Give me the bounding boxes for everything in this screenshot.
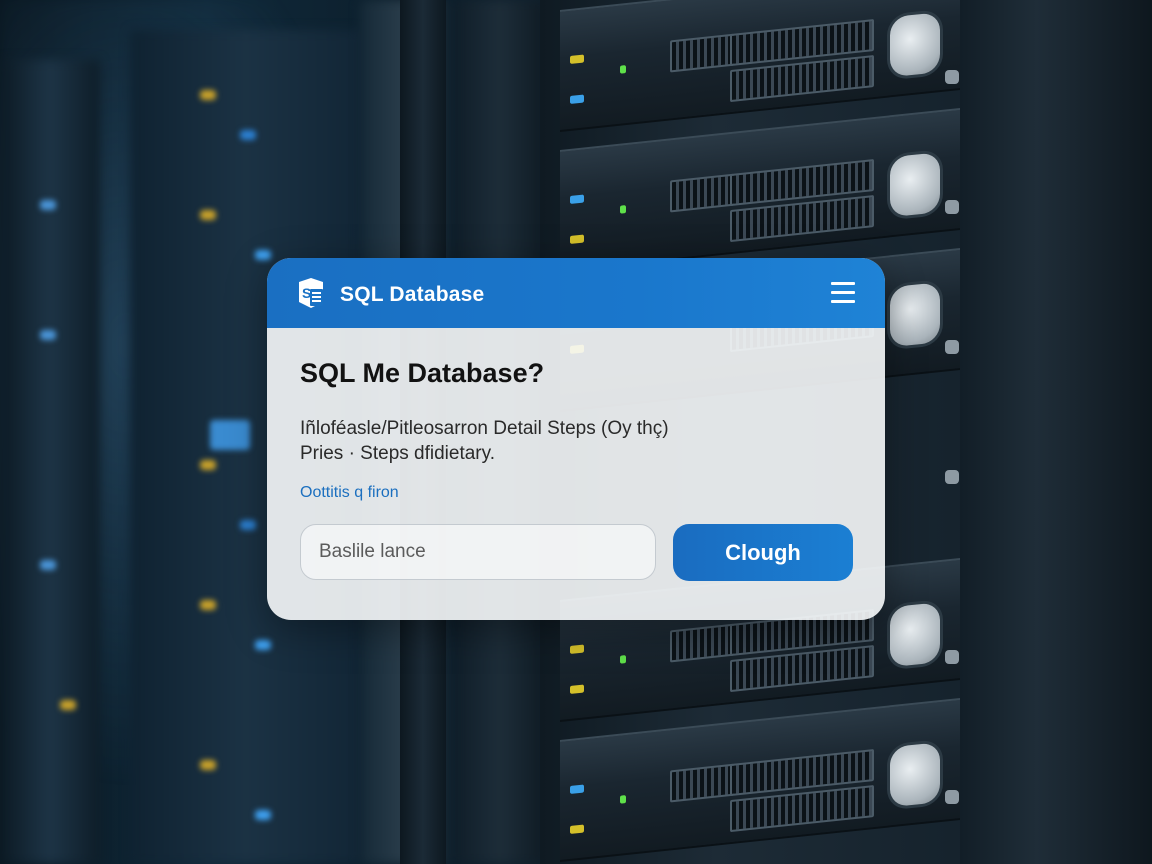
rail-hole xyxy=(945,340,959,354)
blurred-light xyxy=(210,420,250,450)
status-led xyxy=(570,94,584,104)
blurred-light xyxy=(200,600,216,610)
blurred-light xyxy=(200,210,216,220)
status-led xyxy=(570,54,584,64)
blurred-light xyxy=(40,560,56,570)
blurred-light xyxy=(40,200,56,210)
status-led xyxy=(570,784,584,794)
drive-bay xyxy=(670,763,734,803)
rack-pillar xyxy=(960,0,1152,864)
blurred-light xyxy=(240,130,256,140)
blurred-light xyxy=(240,520,256,530)
rack-handle xyxy=(890,152,940,218)
hamburger-menu-icon[interactable] xyxy=(831,282,855,304)
svg-text:S: S xyxy=(302,285,311,301)
rail-hole xyxy=(945,650,959,664)
dialog-title: SQL Database xyxy=(340,283,485,306)
rail-hole xyxy=(945,470,959,484)
status-led xyxy=(570,824,584,834)
status-led xyxy=(620,65,626,74)
drive-bay xyxy=(670,173,734,213)
sql-database-dialog: S SQL Database SQL Me Database? Iñloféas… xyxy=(267,258,885,620)
status-led xyxy=(570,194,584,204)
blurred-rack xyxy=(0,60,100,864)
blurred-light xyxy=(200,760,216,770)
sql-database-icon: S xyxy=(296,278,326,310)
submit-button[interactable]: Clough xyxy=(673,524,853,581)
status-led xyxy=(570,644,584,654)
text-input[interactable] xyxy=(300,524,656,580)
dialog-heading: SQL Me Database? xyxy=(300,358,545,388)
dialog-titlebar: S SQL Database xyxy=(267,258,885,328)
description-line: Pries · Steps dfidietary. xyxy=(300,443,496,464)
status-led xyxy=(620,655,626,664)
status-led xyxy=(570,684,584,694)
rail-hole xyxy=(945,200,959,214)
status-led xyxy=(570,234,584,244)
rack-handle xyxy=(890,12,940,78)
status-led xyxy=(620,795,626,804)
rack-handle xyxy=(890,742,940,808)
blurred-light xyxy=(40,330,56,340)
status-led xyxy=(620,205,626,214)
info-link[interactable]: Oottitis q firon xyxy=(300,484,399,502)
blurred-light xyxy=(200,460,216,470)
drive-bay xyxy=(670,623,734,663)
drive-bay xyxy=(670,33,734,73)
blurred-light xyxy=(255,640,271,650)
blurred-light xyxy=(200,90,216,100)
rail-hole xyxy=(945,70,959,84)
description-line: Iñloféasle/Pitleosarron Detail Steps (Oy… xyxy=(300,418,669,439)
blurred-light xyxy=(60,700,76,710)
rack-handle xyxy=(890,282,940,348)
rail-hole xyxy=(945,790,959,804)
rack-handle xyxy=(890,602,940,668)
blurred-light xyxy=(255,810,271,820)
dialog-description: Iñloféasle/Pitleosarron Detail Steps (Oy… xyxy=(300,416,840,466)
